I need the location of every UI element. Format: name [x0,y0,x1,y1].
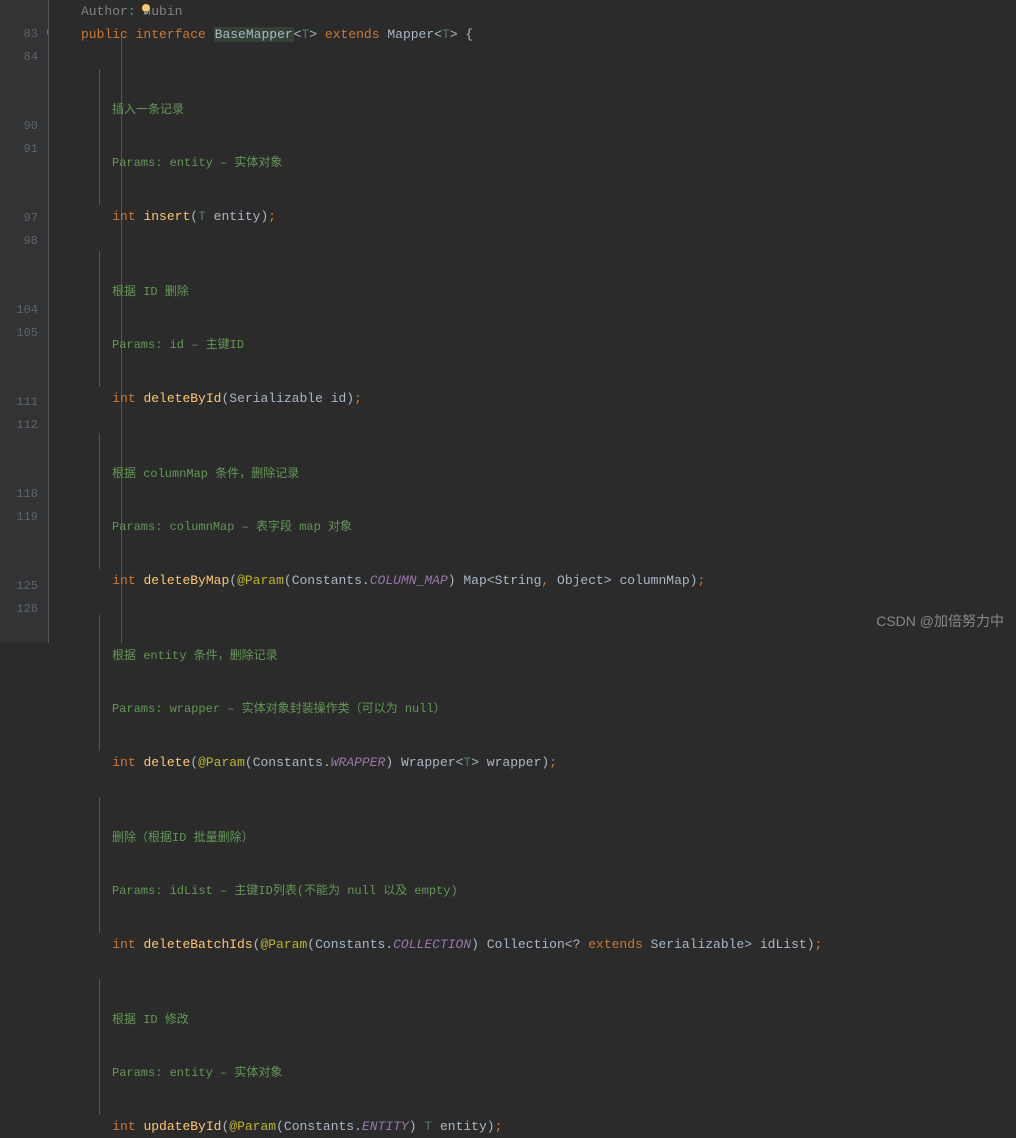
type-mapper: Mapper [387,27,434,42]
gutter-line [0,253,38,276]
doc-title: 插入一条记录 [112,99,1016,122]
doc-title: 根据 entity 条件，删除记录 [112,645,1016,668]
watermark: CSDN @加倍努力中 [876,611,1004,631]
gutter-line [0,0,38,23]
doc-author: Author: hubin [81,4,182,19]
method-deletebatchids[interactable]: int deleteBatchIds(@Param(Constants.COLL… [81,933,1016,956]
lightbulb-icon[interactable] [139,3,153,17]
method-deletebyid[interactable]: int deleteById(Serializable id); [81,387,1016,410]
line-number: 112 [16,418,38,432]
doc-params: Params: entity – 实体对象 [112,152,1016,175]
code-area[interactable]: Author: hubin public interface BaseMappe… [48,0,1016,643]
gutter-line [0,529,38,552]
annotation-param: @Param [198,755,245,770]
line-number: 125 [16,579,38,593]
code-line[interactable]: Author: hubin [81,0,1016,23]
gutter-line[interactable]: 98 [0,230,38,253]
line-number: 97 [24,211,38,225]
method-deletebymap[interactable]: int deleteByMap(@Param(Constants.COLUMN_… [81,569,1016,592]
doc-title: 根据 ID 修改 [112,1009,1016,1032]
gutter-line[interactable]: 118 [0,483,38,506]
gutter-line[interactable]: 112 [0,414,38,437]
method-updatebyid[interactable]: int updateById(@Param(Constants.ENTITY) … [81,1115,1016,1138]
annotation-param: @Param [237,573,284,588]
line-number: 91 [24,142,38,156]
kw-extends: extends [325,27,380,42]
method-name: deleteByMap [143,573,229,588]
line-number: 118 [16,487,38,501]
gutter-line [0,184,38,207]
method-name: deleteBatchIds [143,937,252,952]
method-delete[interactable]: int delete(@Param(Constants.WRAPPER) Wra… [81,751,1016,774]
line-number: 119 [16,510,38,524]
class-declaration[interactable]: public interface BaseMapper<T> extends M… [81,23,1016,46]
const-collection: COLLECTION [393,937,471,952]
doc-params: Params: idList – 主键ID列表(不能为 null 以及 empt… [112,880,1016,903]
doc-title: 根据 ID 删除 [112,281,1016,304]
doc-params: Params: id – 主键ID [112,334,1016,357]
line-number: 104 [16,303,38,317]
kw-interface: interface [136,27,206,42]
javadoc-updatebyid[interactable]: 根据 ID 修改 Params: entity – 实体对象 [99,979,1016,1115]
gutter-line [0,460,38,483]
method-name: deleteById [143,391,221,406]
method-name: delete [143,755,190,770]
gutter-line [0,552,38,575]
const-entity: ENTITY [362,1119,409,1134]
code-line-blank[interactable] [81,410,1016,433]
line-number: 84 [24,50,38,64]
gutter-line[interactable]: 125 [0,575,38,598]
gutter-line[interactable]: 104 [0,299,38,322]
method-name: insert [143,209,190,224]
gutter-line [0,161,38,184]
gutter-line [0,69,38,92]
line-number: 105 [16,326,38,340]
method-insert[interactable]: int insert(T entity); [81,205,1016,228]
code-line-blank[interactable] [81,774,1016,797]
gutter-line[interactable]: 91 [0,138,38,161]
doc-title: 删除（根据ID 批量删除） [112,827,1016,850]
gutter-line[interactable]: 119 [0,506,38,529]
javadoc-insert[interactable]: 插入一条记录 Params: entity – 实体对象 [99,69,1016,205]
annotation-param: @Param [260,937,307,952]
annotation-param: @Param [229,1119,276,1134]
gutter-line[interactable]: 111 [0,391,38,414]
javadoc-deletebatch[interactable]: 删除（根据ID 批量删除） Params: idList – 主键ID列表(不能… [99,797,1016,933]
kw-public: public [81,27,128,42]
gutter-line[interactable]: 90 [0,115,38,138]
class-name: BaseMapper [214,27,294,42]
line-number: 83 [24,27,38,41]
line-number: 90 [24,119,38,133]
gutter-line[interactable]: 126 [0,598,38,621]
const-wrapper: WRAPPER [331,755,386,770]
gutter-line[interactable]: 105 [0,322,38,345]
code-line-blank[interactable] [81,46,1016,69]
line-number: 126 [16,602,38,616]
code-line-blank[interactable] [81,228,1016,251]
doc-params: Params: columnMap – 表字段 map 对象 [112,516,1016,539]
gutter-line [0,437,38,460]
line-number: 111 [16,395,38,409]
gutter-line[interactable]: 97 [0,207,38,230]
javadoc-deletebymap[interactable]: 根据 columnMap 条件，删除记录 Params: columnMap –… [99,433,1016,569]
gutter-line [0,276,38,299]
gutter-line [0,345,38,368]
gutter-line [0,368,38,391]
gutter: 83 84 90 91 97 98 104 105 111 112 118 11… [0,0,48,643]
line-number: 98 [24,234,38,248]
method-name: updateById [143,1119,221,1134]
javadoc-deletebyid[interactable]: 根据 ID 删除 Params: id – 主键ID [99,251,1016,387]
code-line-blank[interactable] [81,956,1016,979]
doc-params: Params: entity – 实体对象 [112,1062,1016,1085]
const-columnmap: COLUMN_MAP [370,573,448,588]
gutter-line [0,92,38,115]
javadoc-delete[interactable]: 根据 entity 条件，删除记录 Params: wrapper – 实体对象… [99,615,1016,751]
doc-title: 根据 columnMap 条件，删除记录 [112,463,1016,486]
editor-container: 83 84 90 91 97 98 104 105 111 112 118 11… [0,0,1016,643]
gutter-line[interactable]: 83 [0,23,38,46]
doc-params: Params: wrapper – 实体对象封装操作类（可以为 null） [112,698,1016,721]
gutter-line[interactable]: 84 [0,46,38,69]
